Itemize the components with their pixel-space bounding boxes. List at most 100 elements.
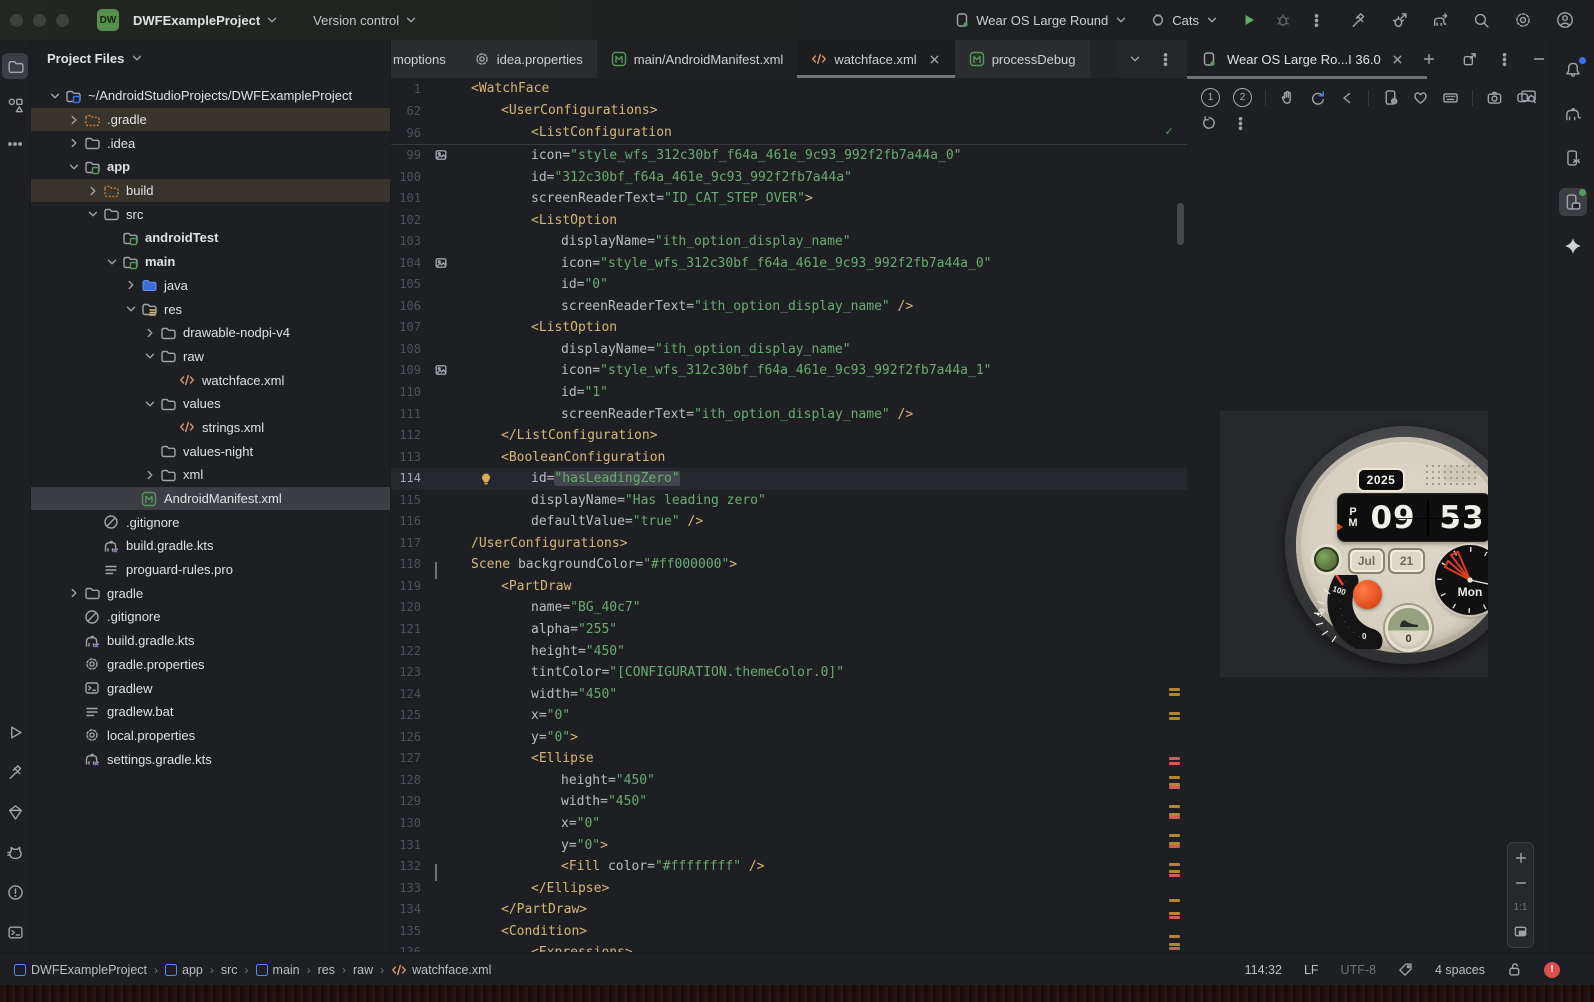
- error-stripe-mark[interactable]: [1169, 874, 1180, 877]
- tab-main-AndroidManifest.xml[interactable]: main/AndroidManifest.xml: [596, 40, 798, 78]
- warning-stripe-mark[interactable]: [1169, 899, 1180, 902]
- warning-stripe-mark[interactable]: [1169, 912, 1180, 915]
- close-window-button[interactable]: [10, 13, 23, 27]
- add-device-tab-icon[interactable]: [1422, 52, 1436, 66]
- tree-item-build.gradle.kts[interactable]: build.gradle.kts: [31, 629, 390, 653]
- tool-strip-logcat[interactable]: [2, 839, 28, 865]
- tree-item-watchface.xml[interactable]: watchface.xml: [31, 368, 390, 392]
- tree-chevron-icon[interactable]: [143, 326, 157, 340]
- device-screen[interactable]: 2025 P M 09 53 Jul 21 100 50 0 0 Mon: [1220, 411, 1488, 677]
- tool-strip-more-h[interactable]: [2, 131, 28, 157]
- breadcrumb-watchface.xml[interactable]: watchface.xml: [391, 962, 491, 978]
- zoom-reset-button[interactable]: 1:1: [1514, 902, 1528, 913]
- breadcrumb-res[interactable]: res: [318, 963, 335, 977]
- tree-item-build.gradle.kts[interactable]: build.gradle.kts: [31, 534, 390, 558]
- error-stripe-mark[interactable]: [1169, 786, 1180, 789]
- tree-item-drawable-nodpi-v4[interactable]: drawable-nodpi-v4: [31, 321, 390, 345]
- breadcrumb-DWFExampleProject[interactable]: DWFExampleProject: [14, 963, 147, 977]
- account-icon[interactable]: [1556, 11, 1574, 29]
- tab-watchface.xml[interactable]: watchface.xml: [797, 40, 956, 78]
- tree-item-main[interactable]: main: [31, 250, 390, 274]
- build-icon[interactable]: [1350, 12, 1367, 29]
- tree-item-java[interactable]: java: [31, 274, 390, 298]
- tree-item-build[interactable]: build: [31, 178, 390, 203]
- tool-strip-app-quality-insights[interactable]: [2, 799, 28, 825]
- device-selector[interactable]: Wear OS Large Round: [954, 12, 1128, 28]
- tree-chevron-icon[interactable]: [143, 349, 157, 363]
- gradle-sync-icon[interactable]: [1432, 12, 1449, 29]
- tab-moptions[interactable]: moptions: [391, 40, 460, 78]
- open-in-window-icon[interactable]: [1462, 52, 1477, 67]
- tab-processDebug[interactable]: processDebug: [954, 40, 1090, 78]
- breadcrumb-app[interactable]: app: [165, 963, 203, 977]
- status-LF[interactable]: LF: [1304, 963, 1319, 977]
- editor-code-area[interactable]: 1 <WatchFace 62 <UserConfigurations> 96 <List…: [391, 78, 1187, 952]
- error-stripe-mark[interactable]: [1169, 757, 1180, 760]
- breadcrumb-raw[interactable]: raw: [353, 963, 373, 977]
- breadcrumb-src[interactable]: src: [221, 963, 238, 977]
- status-4-spaces[interactable]: 4 spaces: [1435, 963, 1485, 977]
- tree-item-androidTest[interactable]: androidTest: [31, 226, 390, 250]
- reset-icon[interactable]: [1201, 115, 1217, 131]
- zoom-fit-icon[interactable]: [1513, 924, 1528, 939]
- error-stripe-mark[interactable]: [1169, 916, 1180, 919]
- more-v-icon[interactable]: [1233, 116, 1248, 131]
- tab-options-icon[interactable]: [1158, 52, 1173, 67]
- version-control-menu[interactable]: Version control: [313, 13, 418, 28]
- status-unlock-icon[interactable]: [1507, 962, 1522, 977]
- zoom-out-icon[interactable]: [1514, 876, 1528, 890]
- tool-strip-notifications[interactable]: [1559, 56, 1587, 84]
- warning-stripe-mark[interactable]: [1169, 776, 1180, 779]
- wear-button-1-icon[interactable]: 1: [1201, 88, 1220, 107]
- profiler-icon[interactable]: [1391, 12, 1408, 29]
- tree-item-settings.gradle.kts[interactable]: settings.gradle.kts: [31, 747, 390, 771]
- warning-stripe-mark[interactable]: [1169, 688, 1180, 691]
- error-stripe-mark[interactable]: [1169, 947, 1180, 950]
- breadcrumb-main[interactable]: main: [255, 963, 300, 977]
- back-icon[interactable]: [1339, 90, 1355, 106]
- tree-item-AndroidStudioProjectsDWFExampleProject[interactable]: ~/AndroidStudioProjects/DWFExampleProjec…: [31, 84, 390, 108]
- warning-stripe-mark[interactable]: [1169, 870, 1180, 873]
- wear-button-2-icon[interactable]: 2: [1233, 88, 1252, 107]
- tool-strip-run[interactable]: [2, 719, 28, 745]
- status-UTF-8[interactable]: UTF-8: [1341, 963, 1376, 977]
- tree-chevron-icon[interactable]: [67, 160, 81, 174]
- tool-strip-gradle[interactable]: [1559, 100, 1587, 128]
- close-device-tab-icon[interactable]: [1391, 53, 1404, 66]
- window-controls[interactable]: [10, 13, 69, 27]
- tree-item-gradle[interactable]: gradle: [31, 581, 390, 605]
- warning-stripe-mark[interactable]: [1169, 712, 1180, 715]
- warning-stripe-mark[interactable]: [1169, 863, 1180, 866]
- tool-strip-resource-manager[interactable]: [2, 92, 28, 118]
- zoom-in-icon[interactable]: [1514, 851, 1528, 865]
- hide-panel-icon[interactable]: [1532, 52, 1546, 66]
- warning-stripe-mark[interactable]: [1169, 717, 1180, 720]
- project-menu[interactable]: DWFExampleProject: [133, 13, 279, 28]
- hand-icon[interactable]: [1279, 89, 1296, 106]
- tree-chevron-icon[interactable]: [67, 113, 81, 127]
- warning-stripe-mark[interactable]: [1169, 805, 1180, 808]
- tool-strip-device-manager[interactable]: [1559, 144, 1587, 172]
- status-114-32[interactable]: 114:32: [1245, 963, 1282, 977]
- tree-item-AndroidManifest.xml[interactable]: AndroidManifest.xml: [31, 486, 390, 511]
- tool-strip-build-hammer[interactable]: [2, 759, 28, 785]
- tree-item-gradlew[interactable]: gradlew: [31, 676, 390, 700]
- camera-icon[interactable]: [1486, 89, 1503, 106]
- tree-item-values[interactable]: values: [31, 392, 390, 416]
- drawable-preview-icon[interactable]: [434, 148, 448, 162]
- device-tab-title[interactable]: Wear OS Large Ro...I 36.0: [1227, 52, 1381, 67]
- inspections-ok-icon[interactable]: ✓: [1165, 124, 1173, 139]
- panel-options-icon[interactable]: [1497, 52, 1512, 67]
- tree-item-values-night[interactable]: values-night: [31, 439, 390, 463]
- tree-item-proguard-rules.pro[interactable]: proguard-rules.pro: [31, 558, 390, 582]
- tree-chevron-icon[interactable]: [86, 184, 100, 198]
- tree-chevron-icon[interactable]: [143, 397, 157, 411]
- settings-icon[interactable]: [1514, 11, 1532, 29]
- drawable-preview-icon[interactable]: [434, 363, 448, 377]
- tree-chevron-icon[interactable]: [105, 255, 119, 269]
- tree-item-.gitignore[interactable]: .gitignore: [31, 605, 390, 629]
- search-icon[interactable]: [1473, 12, 1490, 29]
- tree-item-.gradle[interactable]: .gradle: [31, 107, 390, 132]
- run-configuration-selector[interactable]: Cats: [1150, 12, 1219, 28]
- status-tag-icon[interactable]: [1398, 962, 1413, 977]
